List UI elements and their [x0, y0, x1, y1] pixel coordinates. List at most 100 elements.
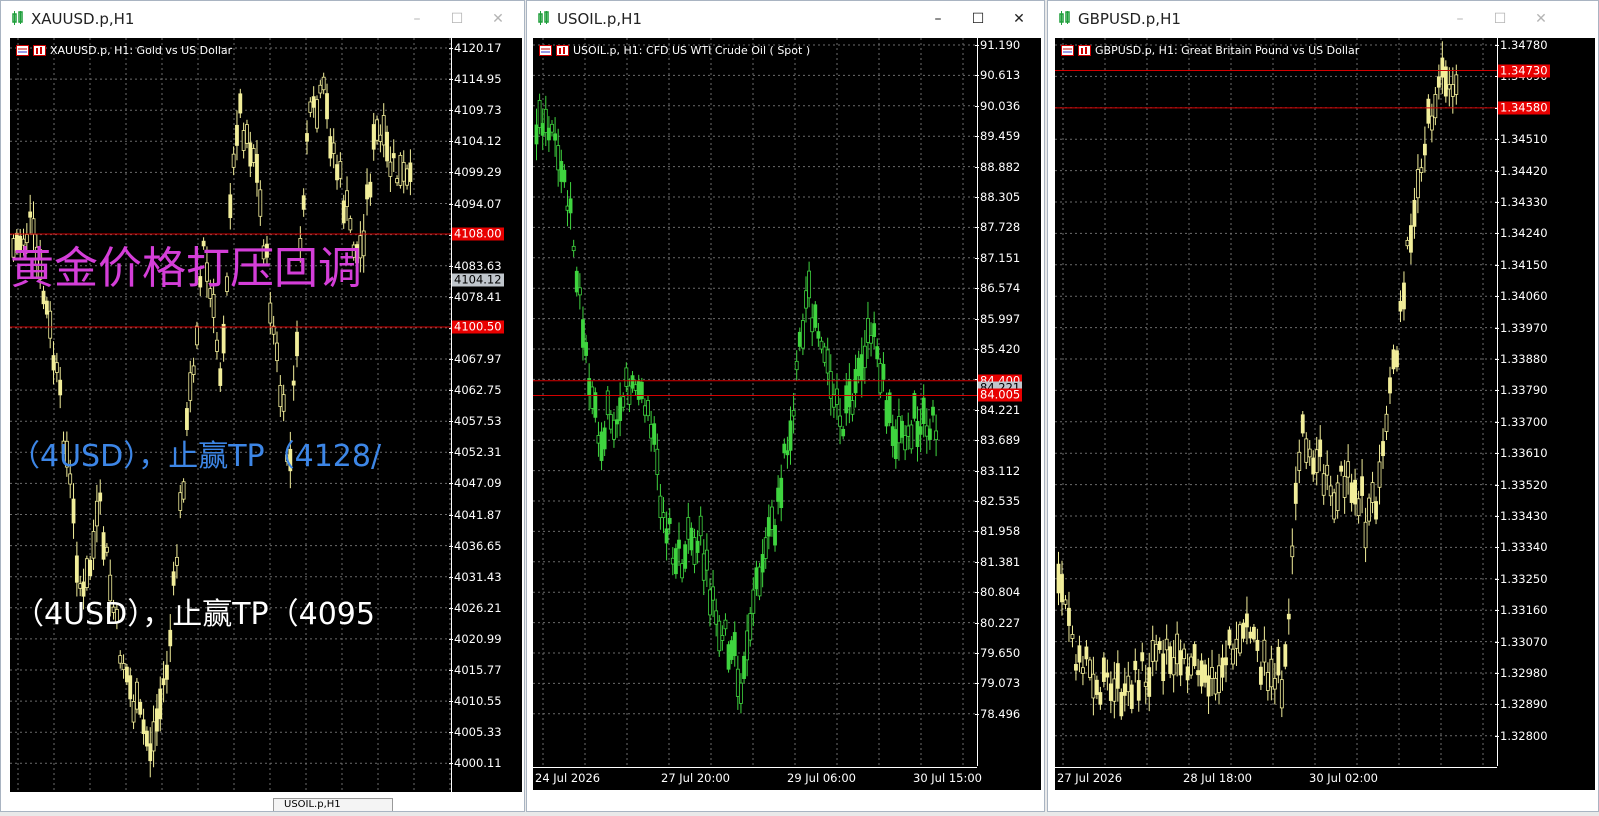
- maximize-button[interactable]: ☐: [1491, 11, 1509, 27]
- maximize-button[interactable]: ☐: [969, 11, 987, 27]
- price-tick: 85.420: [974, 342, 1021, 356]
- price-axis[interactable]: 91.190 90.613 90.036 89.459 88.882 88.305 87.7…: [974, 38, 1041, 766]
- candle: [368, 173, 373, 206]
- candle: [178, 484, 183, 519]
- close-button[interactable]: ✕: [1010, 11, 1028, 27]
- price-tick: 4057.53: [449, 414, 502, 429]
- close-button[interactable]: ✕: [489, 11, 507, 27]
- time-tick: 29 Jul 06:00: [787, 771, 856, 785]
- chart-area[interactable]: GBPUSD.p, H1: Great Britain Pound vs US …: [1055, 38, 1595, 790]
- candle: [1269, 645, 1274, 701]
- chart-legend: GBPUSD.p, H1: Great Britain Pound vs US …: [1061, 44, 1359, 57]
- candle: [1136, 669, 1141, 712]
- candle: [1353, 468, 1358, 516]
- candle: [195, 321, 199, 350]
- candle: [1279, 670, 1284, 718]
- candle: [918, 408, 923, 453]
- candle: [599, 422, 604, 471]
- candle: [726, 641, 731, 673]
- time-tick: 24 Jul 2026: [535, 771, 601, 785]
- price-tick: 1.34510: [1495, 132, 1548, 147]
- title-bar[interactable]: GBPUSD.p,H1 – ☐ ✕: [1048, 1, 1598, 37]
- chart-area[interactable]: USOIL.p, H1: CFD US WTI Crude Oil ( Spot…: [533, 38, 1041, 790]
- time-axis[interactable]: 24 Jul 2026 27 Jul 20:00 29 Jul 06:00 30 Ju…: [533, 767, 982, 790]
- gbpusd-window[interactable]: GBPUSD.p,H1 – ☐ ✕ GBPUSD.p, H1: Great Br…: [1047, 0, 1599, 812]
- title-bar[interactable]: USOIL.p,H1 – ☐ ✕: [527, 1, 1044, 37]
- price-tick: 82.535: [974, 494, 1021, 508]
- price-tick: 4036.65: [449, 538, 502, 553]
- candle: [655, 433, 660, 491]
- candle: [48, 301, 53, 349]
- candle: [158, 676, 163, 732]
- chart-list-icon: [16, 45, 29, 56]
- candle: [686, 502, 691, 554]
- price-tick: 1.34420: [1495, 163, 1548, 178]
- candle: [568, 182, 573, 230]
- candle: [188, 360, 193, 413]
- candle: [1255, 628, 1260, 663]
- price-plot[interactable]: XAUUSD.p, H1: Gold vs US Dollar 黄金价格打压回调…: [10, 38, 451, 792]
- price-tick: 1.33610: [1495, 446, 1548, 461]
- price-tick: 1.33880: [1495, 352, 1548, 366]
- candle: [1182, 643, 1187, 665]
- candle: [1300, 410, 1305, 437]
- candle: [84, 555, 89, 591]
- candle: [388, 146, 393, 193]
- candle: [1391, 344, 1396, 375]
- maximize-button[interactable]: ☐: [448, 11, 466, 27]
- candle: [118, 650, 123, 669]
- candle: [807, 261, 811, 308]
- candle: [1129, 680, 1134, 714]
- price-axis[interactable]: 4120.17 4114.95 4109.73 4104.12 4099.29 4094.…: [449, 38, 522, 792]
- candle: [680, 559, 684, 583]
- candle: [562, 164, 567, 188]
- candle: [1192, 641, 1197, 669]
- minimize-button[interactable]: –: [1451, 11, 1469, 27]
- minimize-button[interactable]: –: [408, 11, 426, 27]
- price-plot[interactable]: GBPUSD.p, H1: Great Britain Pound vs US …: [1055, 38, 1497, 766]
- price-tick: 1.33700: [1495, 414, 1548, 429]
- candle: [1395, 346, 1399, 372]
- candle: [1171, 640, 1176, 693]
- candle: [1164, 624, 1169, 665]
- price-tick: 4047.09: [449, 476, 502, 491]
- window-title: GBPUSD.p,H1: [1078, 10, 1181, 28]
- price-label: 4104.12: [452, 272, 504, 287]
- candle: [794, 350, 799, 381]
- candle: [1339, 461, 1344, 477]
- candle: [1262, 626, 1267, 676]
- close-button[interactable]: ✕: [1532, 11, 1550, 27]
- candle: [51, 341, 56, 385]
- price-tick: 4099.29: [449, 165, 502, 180]
- window-tab-usoil[interactable]: USOIL.p,H1: [273, 798, 393, 811]
- candle: [581, 306, 585, 361]
- candle: [850, 393, 855, 422]
- price-tick: 81.958: [974, 524, 1021, 539]
- price-tick: 4104.12: [449, 134, 502, 149]
- price-tick: 90.036: [974, 98, 1021, 113]
- price-axis[interactable]: 1.347801.346901.346001.345101.344201.343…: [1495, 38, 1595, 766]
- price-plot[interactable]: USOIL.p, H1: CFD US WTI Crude Oil ( Spot…: [533, 38, 977, 766]
- candle: [776, 475, 781, 515]
- candle: [1126, 661, 1131, 706]
- xauusd-window[interactable]: XAUUSD.p,H1 – ☐ ✕ XAUUSD.p, H1: Gold vs …: [0, 0, 525, 812]
- price-tick: 1.33340: [1495, 540, 1548, 555]
- candle: [71, 483, 76, 539]
- candle: [742, 651, 746, 684]
- price-tick: 4041.87: [449, 507, 502, 522]
- candle: [1168, 642, 1173, 679]
- candle: [618, 382, 623, 437]
- candle: [745, 614, 750, 677]
- candle: [218, 362, 223, 392]
- candle: [175, 544, 179, 579]
- candle: [1150, 625, 1155, 677]
- usoil-window[interactable]: USOIL.p,H1 – ☐ ✕ USOIL.p, H1: CFD US WTI…: [526, 0, 1045, 812]
- chart-area[interactable]: XAUUSD.p, H1: Gold vs US Dollar 黄金价格打压回调…: [10, 38, 522, 792]
- minimize-button[interactable]: –: [929, 11, 947, 27]
- candle: [1081, 655, 1085, 686]
- time-axis[interactable]: 27 Jul 2026 28 Jul 18:00 30 Jul 02:00: [1055, 767, 1497, 790]
- candle: [338, 152, 343, 188]
- title-bar[interactable]: XAUUSD.p,H1 – ☐ ✕: [1, 1, 524, 37]
- price-tick: 4010.55: [449, 694, 502, 709]
- chart-legend: USOIL.p, H1: CFD US WTI Crude Oil ( Spot…: [539, 44, 810, 57]
